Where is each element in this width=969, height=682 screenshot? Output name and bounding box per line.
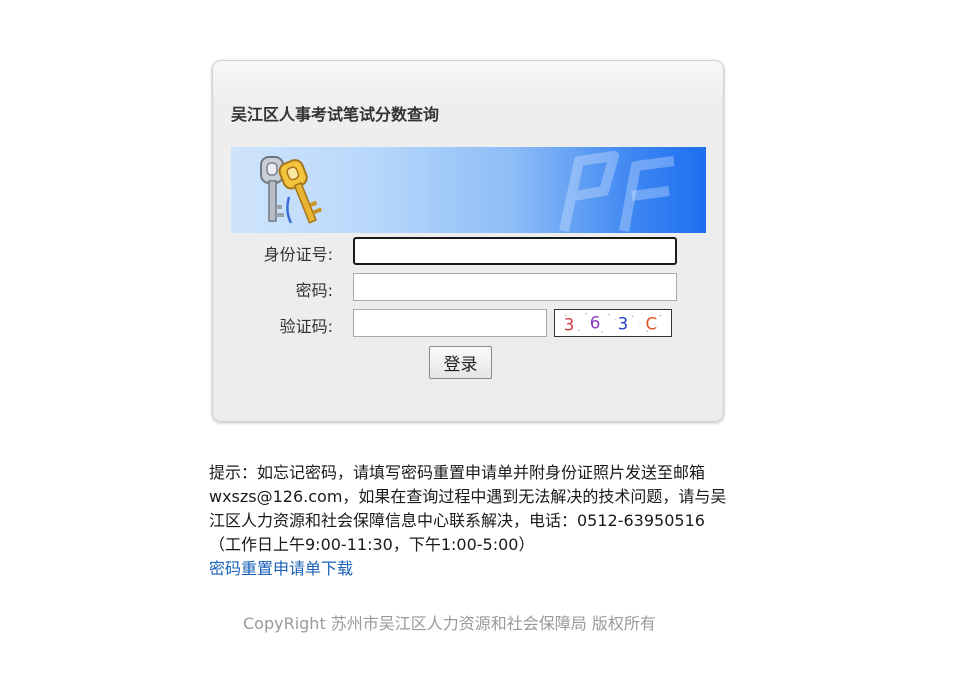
page-title: 吴江区人事考试笔试分数查询 [231, 105, 440, 124]
login-button[interactable]: 登录 [429, 346, 492, 379]
notice-text: 提示：如忘记密码，请填写密码重置申请单并附身份证照片发送至邮箱wxszs@126… [209, 461, 729, 581]
password-label: 密码: [295, 281, 333, 300]
captcha-label: 验证码: [279, 317, 333, 336]
captcha-row: 验证码: 3 6 3 C [213, 309, 725, 339]
svg-text:C: C [646, 314, 658, 334]
download-link[interactable]: 密码重置申请单下载 [209, 559, 353, 578]
page: 吴江区人事考试笔试分数查询 身份证号: 密码: 验证码: 3 6 3 C 登录 … [0, 0, 969, 682]
keys-icon [260, 156, 323, 224]
captcha-input[interactable] [353, 309, 547, 337]
password-input[interactable] [353, 273, 677, 301]
svg-text:3: 3 [618, 314, 629, 334]
id-number-label: 身份证号: [263, 245, 333, 264]
svg-text:3: 3 [564, 314, 575, 334]
copyright: CopyRight 苏州市吴江区人力资源和社会保障局 版权所有 [243, 614, 656, 633]
logo-watermark [559, 151, 675, 233]
login-banner [231, 147, 706, 233]
id-number-row: 身份证号: [213, 237, 725, 267]
id-number-input[interactable] [353, 237, 677, 265]
login-panel: 吴江区人事考试笔试分数查询 身份证号: 密码: 验证码: 3 6 3 C 登录 [212, 60, 724, 422]
notice-message: 提示：如忘记密码，请填写密码重置申请单并附身份证照片发送至邮箱wxszs@126… [209, 463, 727, 554]
password-row: 密码: [213, 273, 725, 303]
captcha-image[interactable]: 3 6 3 C [554, 309, 672, 337]
svg-text:6: 6 [590, 313, 601, 333]
